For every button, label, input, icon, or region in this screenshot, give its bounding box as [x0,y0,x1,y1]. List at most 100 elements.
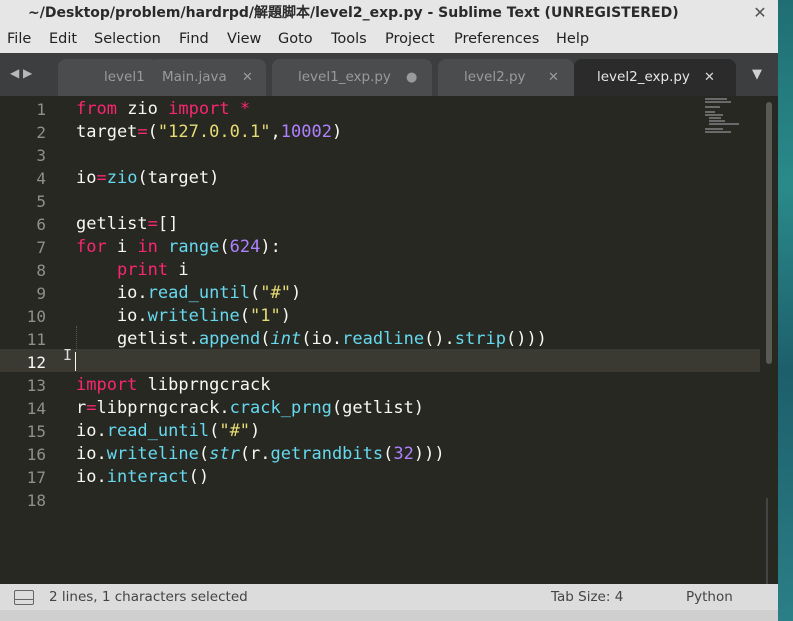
code-token: (). [424,329,455,349]
code-token: io. [76,283,148,303]
code-token: ( [250,283,261,303]
code-token: r [76,398,87,418]
code-line[interactable]: from zio import * [76,98,250,121]
code-token: "127.0.0.1" [157,122,271,142]
code-line[interactable]: io.read_until("#") [76,282,301,305]
tab-close-icon[interactable]: ✕ [704,59,715,96]
code-token: ())) [505,329,547,349]
line-number: 14 [26,399,46,418]
menu-preferences[interactable]: Preferences [454,26,539,53]
code-token: readline [342,329,425,349]
minimap[interactable] [705,96,760,136]
tab-level2-exp[interactable]: level2_exp.py ✕ [574,59,736,96]
code-token: , [270,122,281,142]
line-number: 7 [36,238,46,257]
code-token: ( [219,237,230,257]
code-editor[interactable]: 1 2 3 4 5 6 7 8 9 10 11 12 13 14 15 16 17 18 from zio imp… [0,96,778,584]
menu-selection[interactable]: Selection [94,26,161,53]
line-number: 15 [26,422,46,441]
code-token: = [86,398,97,418]
code-token: "1" [250,306,281,326]
tab-level2[interactable]: level2.py ✕ [438,59,574,96]
tab-close-icon[interactable]: ✕ [548,59,559,96]
panel-toggle-icon[interactable] [14,590,34,605]
code-token: libprngcrack. [96,398,230,418]
code-token: io. [76,306,148,326]
code-line[interactable]: target=("127.0.0.1",10002) [76,121,342,144]
sublime-window: ~/Desktop/problem/hardrpd/解題脚本/level2_ex… [0,0,778,621]
code-token: "#" [260,283,291,303]
code-token: range [168,237,220,257]
line-number-gutter: 1 2 3 4 5 6 7 8 9 10 11 12 13 14 15 16 17 18 [0,96,62,584]
code-line[interactable]: getlist.append(int(io.readline().strip()… [76,328,547,351]
code-token: in [137,237,158,257]
status-bar: 2 lines, 1 characters selected Tab Size:… [0,584,778,621]
line-number: 8 [36,261,46,280]
menu-find[interactable]: Find [179,26,209,53]
minimap-line [705,111,715,113]
tab-label: level1_exp.py [298,69,391,85]
menu-help[interactable]: Help [556,26,589,53]
code-line[interactable]: io=zio(target) [76,167,219,190]
window-close-button[interactable]: ✕ [750,3,770,23]
code-token: int [270,329,302,349]
line-number: 9 [36,284,46,303]
code-line[interactable]: import libprngcrack [76,374,270,397]
code-token: import [76,375,138,395]
status-bar-bottom-edge [0,610,778,621]
code-line[interactable]: io.writeline("1") [76,305,291,328]
minimap-line [709,120,725,122]
code-token: zio [116,99,169,119]
code-line[interactable]: r=libprngcrack.crack_prng(getlist) [76,397,424,420]
tab-dropdown-icon[interactable]: ▼ [752,67,762,82]
tab-main-java[interactable]: Main.java ✕ [150,59,266,96]
code-text[interactable]: from zio import * target=("127.0.0.1",100… [76,96,716,584]
menu-goto[interactable]: Goto [278,26,313,53]
tab-modified-dot-icon[interactable]: ● [406,59,417,96]
code-token: writeline [147,306,240,326]
tab-label: Main.java [162,69,227,85]
code-token: ( [383,444,394,464]
tab-bar: ◀ ▶ level1 Main.java ✕ level1_exp.py ● l… [0,53,778,97]
menu-file[interactable]: File [7,26,31,53]
code-line[interactable]: io.writeline(str(r.getrandbits(32))) [76,443,445,466]
tab-close-icon[interactable]: ✕ [242,59,253,96]
code-token: import [168,99,230,119]
tab-level1[interactable]: level1 [58,59,158,96]
menu-edit[interactable]: Edit [49,26,77,53]
scrollbar-thumb[interactable] [766,102,772,364]
code-line[interactable]: getlist=[] [76,213,178,236]
code-token: () [188,467,210,487]
menu-view[interactable]: View [227,26,261,53]
tab-label: level2.py [464,69,526,85]
minimap-line [709,117,721,119]
menu-project[interactable]: Project [385,26,435,53]
code-token: i [168,260,189,280]
code-line[interactable]: for i in range(624): [76,236,281,259]
tab-size-status[interactable]: Tab Size: 4 [551,584,623,610]
code-token: io [76,168,97,188]
code-token: from [76,99,117,119]
minimap-line [705,128,723,130]
syntax-status[interactable]: Python [686,584,733,610]
tab-nav-arrows-icon[interactable]: ◀ ▶ [10,66,32,80]
code-token: append [198,329,261,349]
code-line[interactable]: io.interact() [76,466,209,489]
menu-tools[interactable]: Tools [331,26,367,53]
title-bar: ~/Desktop/problem/hardrpd/解題脚本/level2_ex… [0,0,778,26]
code-token: ( [239,306,251,326]
code-token: = [137,122,148,142]
code-line[interactable]: io.read_until("#") [76,420,260,443]
code-token: read_until [106,421,210,441]
code-token: io. [76,444,107,464]
code-token: ( [198,444,210,464]
line-number: 3 [36,146,46,165]
tab-level1-exp[interactable]: level1_exp.py ● [272,59,432,96]
code-token: = [96,168,107,188]
code-token: print [116,260,169,280]
code-line[interactable]: print i [76,259,189,282]
code-token: getlist [76,214,148,234]
